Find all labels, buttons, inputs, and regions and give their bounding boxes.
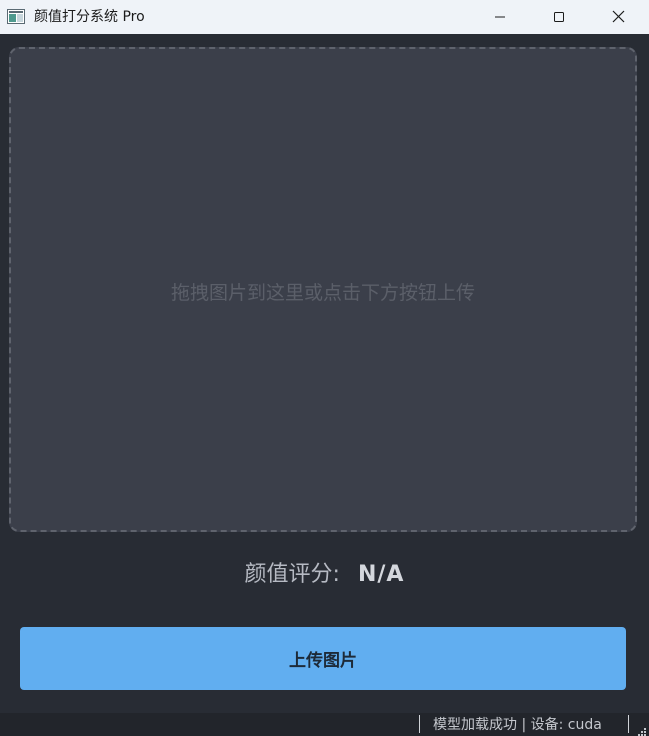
minimize-icon xyxy=(494,8,506,27)
score-display: 颜值评分: N/A xyxy=(0,560,649,590)
window-title: 颜值打分系统 Pro xyxy=(34,9,145,25)
status-separator xyxy=(419,715,420,733)
maximize-icon xyxy=(553,8,565,27)
app-window: 颜值打分系统 Pro 拖拽图片到这里或点击下方按钮上传 颜值评分: N/A 上传图… xyxy=(0,0,649,736)
upload-image-button[interactable]: 上传图片 xyxy=(20,627,626,690)
status-bar: 模型加载成功 | 设备: cuda xyxy=(0,713,649,736)
score-label: 颜值评分: xyxy=(244,562,340,587)
status-message: 模型加载成功 | 设备: cuda xyxy=(433,717,602,733)
resize-grip-icon[interactable] xyxy=(636,723,646,736)
maximize-button[interactable] xyxy=(531,0,587,34)
app-window-icon xyxy=(7,9,25,24)
status-separator xyxy=(628,715,629,733)
close-button[interactable] xyxy=(590,0,646,34)
score-value: N/A xyxy=(357,562,405,587)
drop-zone-hint: 拖拽图片到这里或点击下方按钮上传 xyxy=(170,282,475,304)
image-drop-zone[interactable]: 拖拽图片到这里或点击下方按钮上传 xyxy=(9,47,637,532)
minimize-button[interactable] xyxy=(472,0,528,34)
title-bar[interactable]: 颜值打分系统 Pro xyxy=(0,0,649,34)
close-icon xyxy=(612,8,625,27)
